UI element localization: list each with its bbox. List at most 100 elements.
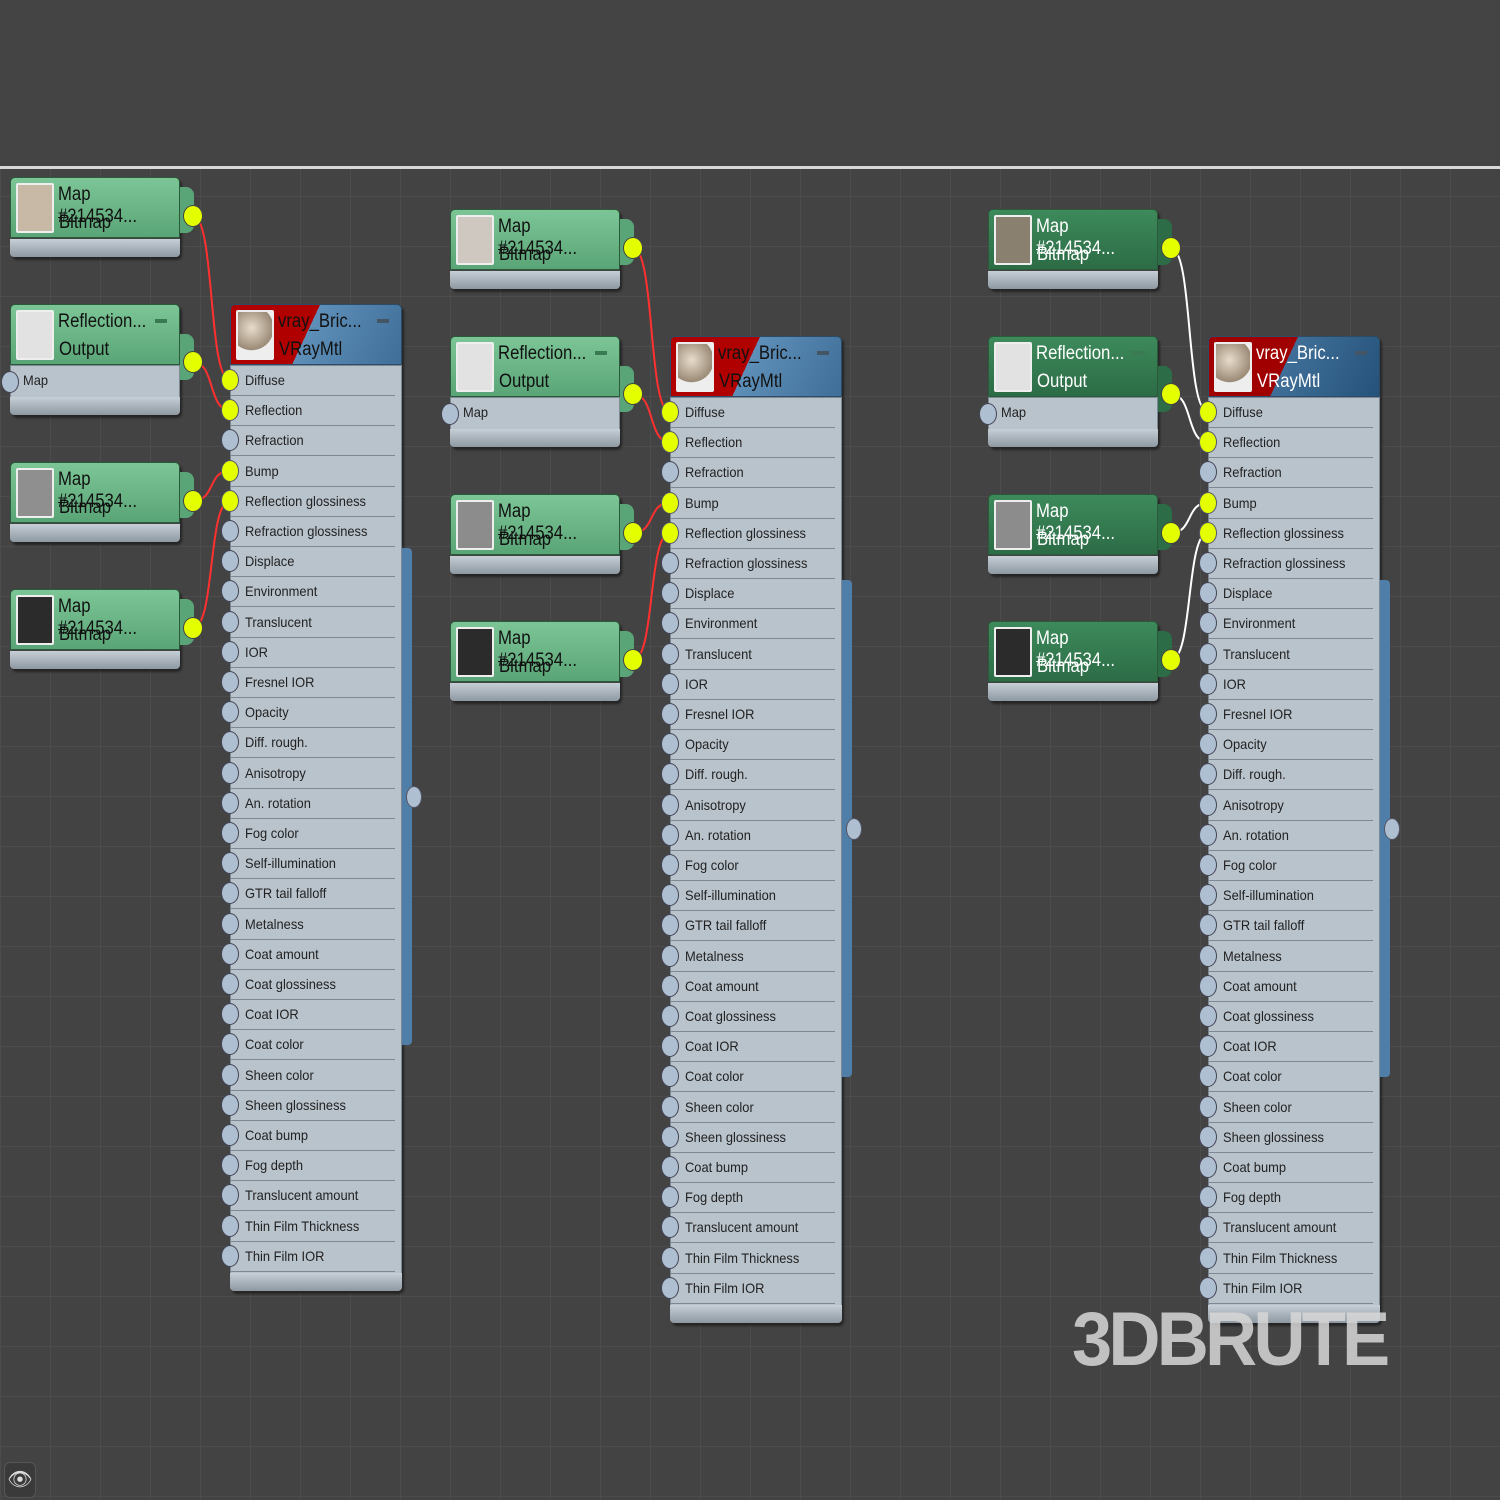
output-socket[interactable] xyxy=(623,649,643,671)
material-slot-row[interactable]: IOR xyxy=(1209,670,1373,700)
input-socket[interactable] xyxy=(221,1063,239,1086)
output-socket[interactable] xyxy=(1384,818,1400,840)
input-socket[interactable] xyxy=(1199,823,1217,846)
input-socket[interactable] xyxy=(221,459,239,482)
input-socket[interactable] xyxy=(1199,1156,1217,1178)
input-socket[interactable] xyxy=(661,823,679,846)
material-slot-row[interactable]: Fresnel IOR xyxy=(671,700,835,730)
map-node-header[interactable]: Map #214534... Bitmap xyxy=(10,177,180,238)
output-socket[interactable] xyxy=(1161,649,1181,671)
input-socket[interactable] xyxy=(979,403,997,425)
input-socket[interactable] xyxy=(1199,793,1217,816)
output-socket[interactable] xyxy=(623,237,643,259)
input-socket[interactable] xyxy=(1199,703,1217,725)
material-slot-row[interactable]: Reflection xyxy=(231,396,395,427)
map-node-header[interactable]: Map #214534... Bitmap xyxy=(10,589,180,650)
map-node-header[interactable]: Map #214534... Bitmap xyxy=(450,494,620,555)
collapse-button[interactable] xyxy=(155,319,167,323)
input-socket[interactable] xyxy=(221,791,239,814)
material-slot-row[interactable]: Self-illumination xyxy=(1209,881,1373,912)
input-socket[interactable] xyxy=(1199,672,1217,695)
material-slot-row[interactable]: Coat IOR xyxy=(671,1032,835,1063)
material-node-header[interactable]: vray_Bric... VRayMtl xyxy=(670,336,842,397)
material-slot-row[interactable]: Refraction glossiness xyxy=(231,517,395,547)
material-node-header[interactable]: vray_Bric... VRayMtl xyxy=(1208,336,1380,397)
output-socket[interactable] xyxy=(1161,237,1181,259)
material-slot-row[interactable]: GTR tail falloff xyxy=(1209,911,1373,942)
material-slot-row[interactable]: Sheen color xyxy=(231,1061,395,1091)
material-slot-row[interactable]: Fog color xyxy=(671,851,835,881)
material-slot-row[interactable]: Refraction glossiness xyxy=(671,549,835,579)
material-node[interactable]: vray_Bric... VRayMtl Diffuse Reflection Refr… xyxy=(661,336,842,1323)
material-slot-row[interactable]: Reflection glossiness xyxy=(231,487,395,517)
input-socket[interactable] xyxy=(1,371,19,393)
material-slot-row[interactable]: Bump xyxy=(671,489,835,519)
material-slot-row[interactable]: Refraction xyxy=(671,458,835,489)
material-slot-row[interactable]: GTR tail falloff xyxy=(671,911,835,942)
collapse-button[interactable] xyxy=(377,319,389,323)
material-slot-row[interactable]: Coat glossiness xyxy=(1209,1002,1373,1032)
material-slot-row[interactable]: Translucent xyxy=(231,608,395,638)
material-slot-row[interactable]: Sheen glossiness xyxy=(231,1091,395,1121)
input-socket[interactable] xyxy=(221,1093,239,1116)
input-socket[interactable] xyxy=(661,944,679,967)
material-slot-row[interactable]: Reflection glossiness xyxy=(671,519,835,549)
input-socket[interactable] xyxy=(1199,642,1217,665)
input-socket[interactable] xyxy=(661,672,679,695)
map-node[interactable]: Map #214534... Bitmap xyxy=(988,209,1181,289)
map-node[interactable]: Map #214534... Bitmap xyxy=(10,589,203,669)
output-socket[interactable] xyxy=(623,383,643,405)
binoculars-icon[interactable]: 👁 xyxy=(4,1462,36,1498)
map-node-header[interactable]: Reflection... Output xyxy=(10,304,180,365)
input-socket[interactable] xyxy=(661,491,679,514)
collapse-button[interactable] xyxy=(1355,351,1367,355)
input-socket[interactable] xyxy=(221,912,239,935)
material-slot-row[interactable]: Sheen glossiness xyxy=(1209,1123,1373,1153)
material-slot-row[interactable]: Thin Film IOR xyxy=(671,1274,835,1304)
material-slot-row[interactable]: Fog color xyxy=(1209,851,1373,881)
material-node[interactable]: vray_Bric... VRayMtl Diffuse Reflection Refr… xyxy=(221,304,402,1291)
material-slot-row[interactable]: Environment xyxy=(1209,609,1373,640)
material-slot-row[interactable]: Refraction xyxy=(231,426,395,457)
input-socket[interactable] xyxy=(221,1214,239,1237)
map-node[interactable]: Reflection... Output Map xyxy=(441,336,643,447)
map-node-header[interactable]: Reflection... Output xyxy=(988,336,1158,397)
map-node[interactable]: Reflection... Output Map xyxy=(979,336,1181,447)
input-socket[interactable] xyxy=(661,552,679,574)
material-slot-row[interactable]: Diff. rough. xyxy=(231,728,395,759)
material-slot-row[interactable]: Diffuse xyxy=(231,366,395,396)
input-socket[interactable] xyxy=(1199,1095,1217,1118)
material-slot-row[interactable]: Translucent amount xyxy=(1209,1213,1373,1244)
material-node-header[interactable]: vray_Bric... VRayMtl xyxy=(230,304,402,365)
input-socket[interactable] xyxy=(221,1244,239,1267)
material-slot-row[interactable]: Coat glossiness xyxy=(671,1002,835,1032)
input-socket[interactable] xyxy=(1199,401,1217,423)
collapse-button[interactable] xyxy=(1133,351,1145,355)
material-slot-row[interactable]: Reflection xyxy=(671,428,835,459)
material-slot-row[interactable]: Thin Film Thickness xyxy=(671,1244,835,1274)
material-slot-row[interactable]: Diff. rough. xyxy=(671,760,835,791)
material-slot-row[interactable]: Self-illumination xyxy=(671,881,835,912)
material-slot-row[interactable]: Thin Film IOR xyxy=(231,1242,395,1272)
material-slot-row[interactable]: Sheen glossiness xyxy=(671,1123,835,1153)
material-slot-row[interactable]: Environment xyxy=(671,609,835,640)
material-slot-row[interactable]: Coat glossiness xyxy=(231,970,395,1000)
material-slot-row[interactable]: Anisotropy xyxy=(231,759,395,789)
output-socket[interactable] xyxy=(183,351,203,373)
material-slot-row[interactable]: Translucent amount xyxy=(231,1181,395,1212)
map-node-header[interactable]: Map #214534... Bitmap xyxy=(988,209,1158,270)
material-slot-row[interactable]: Diffuse xyxy=(671,398,835,428)
output-socket[interactable] xyxy=(623,522,643,544)
map-node[interactable]: Map #214534... Bitmap xyxy=(450,621,643,701)
input-socket[interactable] xyxy=(1199,521,1217,544)
material-slot-row[interactable]: Sheen color xyxy=(1209,1093,1373,1123)
input-socket[interactable] xyxy=(1199,1125,1217,1148)
material-slot-row[interactable]: Coat amount xyxy=(671,972,835,1002)
map-node-header[interactable]: Map #214534... Bitmap xyxy=(450,621,620,682)
input-socket[interactable] xyxy=(221,1124,239,1146)
material-slot-row[interactable]: Fresnel IOR xyxy=(1209,700,1373,730)
material-slot-row[interactable]: Coat bump xyxy=(1209,1153,1373,1183)
input-socket[interactable] xyxy=(221,671,239,693)
input-socket[interactable] xyxy=(661,793,679,816)
material-slot-row[interactable]: Translucent xyxy=(1209,640,1373,670)
